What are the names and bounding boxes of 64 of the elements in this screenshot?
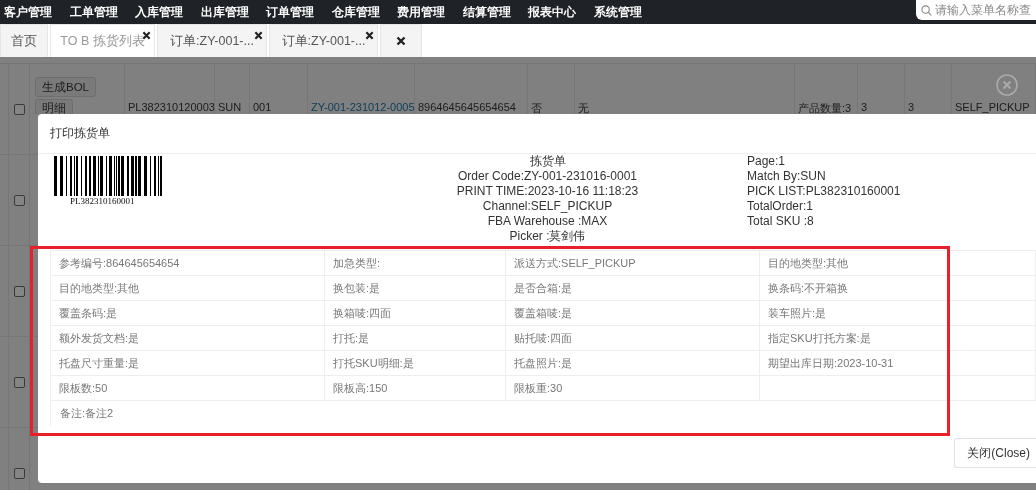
menu-item[interactable]: 出库管理 [200,4,266,20]
detail-cell: 是否合箱:是 [514,280,573,296]
table-cell: 产品数量:3 [798,102,852,114]
detail-cell: 打托:是 [333,330,370,346]
table-cell: SELF_PICKUP [955,101,1030,113]
action-button[interactable]: 生成BOL [35,77,96,97]
info-line: Channel:SELF_PICKUP [482,199,613,214]
detail-cell: 打托SKU明细:是 [333,355,414,371]
menu-item[interactable]: 订单管理 [266,4,332,20]
detail-cell: 目的地类型:其他 [768,255,849,271]
detail-cell: 限板重:30 [514,380,563,396]
info-line: 拣货单 [529,154,566,169]
detail-cell: 参考编号:864645654654 [59,255,180,271]
info-line: PICK LIST:PL382310160001 [747,184,901,199]
table-cell: PL382310120003 [128,101,215,113]
detail-cell: 换条码:不开箱换 [768,280,849,296]
table-cell: SUN [218,101,242,113]
info-line: TotalOrder:1 [747,199,814,214]
menu-item[interactable]: 系统管理 [593,4,659,20]
tab[interactable]: 订单:ZY-001-... [157,24,267,57]
info-line: Page:1 [747,154,786,169]
info-line: FBA Warehouse :MAX [487,214,608,229]
detail-cell: 托盘尺寸重量:是 [59,355,140,371]
menu-item[interactable]: 仓库管理 [331,4,397,20]
menu-item[interactable]: 工单管理 [69,4,135,20]
detail-cell: 限板数:50 [59,380,108,396]
detail-cell: 覆盖条码:是 [59,305,118,321]
menu-item[interactable]: 费用管理 [397,4,463,20]
barcode-number: PL382310160001 [70,196,135,207]
detail-cell: 贴托唛:四面 [514,330,573,346]
info-line: Order Code:ZY-001-231016-0001 [458,169,637,184]
table-cell: 8964645645654654 [418,101,516,113]
menu-item[interactable]: 入库管理 [135,4,201,20]
table-cell: 否 [531,102,542,114]
detail-cell: 额外发货文档:是 [59,330,140,346]
detail-cell: 指定SKU打托方案:是 [768,330,871,346]
detail-cell: 加急类型: [333,255,381,271]
detail-cell: 覆盖箱唛:是 [514,305,573,321]
close-button[interactable]: 关闭(Close) [954,438,1036,468]
info-line: Picker :莫剑伟 [509,229,586,244]
detail-cell: 派送方式:SELF_PICKUP [514,255,636,271]
tab[interactable]: 订单:ZY-001-... [269,24,378,57]
info-line: Match By:SUN [747,169,826,184]
table-cell: 无 [578,102,589,114]
info-line: PRINT TIME:2023-10-16 11:18:23 [456,184,639,199]
search-field[interactable]: 请输入菜单名称查 [916,0,1036,20]
detail-cell: 换包装:是 [333,280,381,296]
remark-text: 备注:备注2 [60,406,114,421]
tab[interactable]: 首页 [0,24,48,57]
detail-cell: 目的地类型:其他 [59,280,140,296]
action-button[interactable]: 明细 [35,99,73,114]
menu-item[interactable]: 客户管理 [4,4,70,20]
detail-cell: 限板高:150 [333,380,388,396]
detail-cell: 托盘照片:是 [514,355,573,371]
table-cell: 3 [861,101,868,113]
menu-item[interactable]: 结算管理 [462,4,528,20]
detail-cell: 期望出库日期:2023-10-31 [768,355,894,371]
detail-cell: 装车照片:是 [768,305,827,321]
table-cell: 3 [908,101,915,113]
detail-cell: 换箱唛:四面 [333,305,392,321]
menu-item[interactable]: 报表中心 [528,4,594,20]
info-line: Total SKU :8 [747,214,814,229]
dialog-title: 打印拣货单 [50,125,110,142]
table-cell: 001 [253,101,272,113]
